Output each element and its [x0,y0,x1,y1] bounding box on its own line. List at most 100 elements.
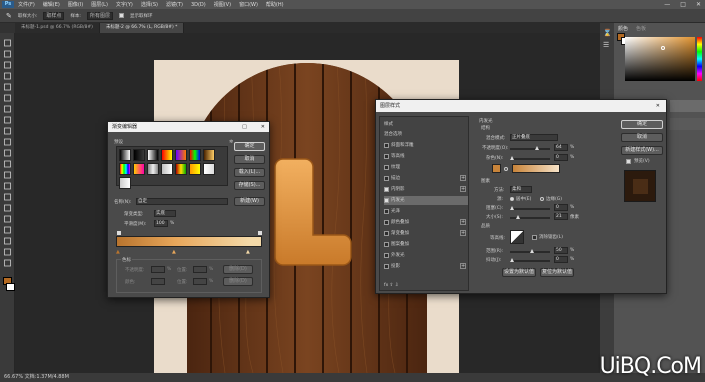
menu-item[interactable]: 帮助(H) [266,1,284,8]
make-default-button[interactable]: 设置为默认值 [502,268,536,277]
noise-input[interactable]: 0 [554,154,568,161]
style-item-checkbox[interactable] [384,165,389,170]
more-tool-icon[interactable] [3,259,12,267]
style-item-checkbox[interactable] [384,176,389,181]
gradient-preview-bar[interactable] [116,236,262,247]
gradient-type-select[interactable]: 实底 [154,210,176,217]
preset-swatch[interactable] [203,149,215,161]
gradient-tool-icon[interactable] [3,160,12,168]
save-button[interactable]: 存储(S)... [234,181,265,190]
preset-grid[interactable] [116,146,228,189]
preset-swatch[interactable] [133,149,145,161]
source-center-radio[interactable] [510,197,514,201]
stamp-tool-icon[interactable] [3,127,12,135]
style-item[interactable]: 内发光 [384,196,468,205]
menu-item[interactable]: 文字(Y) [116,1,133,8]
style-item[interactable]: 图案叠加 [384,240,468,249]
menu-item[interactable]: 图层(L) [91,1,108,8]
pen-tool-icon[interactable] [3,193,12,201]
document-tab[interactable]: 未标题-1.psd @ 66.7% (RGB/8#) [15,23,100,33]
preset-swatch[interactable] [189,163,201,175]
add-style-icon[interactable]: + [460,230,466,236]
preset-swatch[interactable] [161,163,173,175]
lasso-tool-icon[interactable] [3,61,12,69]
style-item[interactable]: 内阴影 + [384,185,468,194]
noise-slider[interactable] [510,156,550,160]
document-tab[interactable]: 未标题-2 @ 66.7% (L, RGB/8#) * [99,23,185,33]
style-item-checkbox[interactable] [384,253,389,258]
menu-item[interactable]: 3D(D) [191,2,206,8]
blend-mode-select[interactable]: 正片叠底 [510,134,558,141]
preset-swatch[interactable] [161,149,173,161]
opacity-slider-knob[interactable] [535,146,539,150]
opacity-stop-right[interactable] [258,231,262,235]
settings-gear-icon[interactable]: ✲ [229,139,233,145]
style-item[interactable]: 投影 + [384,262,468,271]
source-edge-radio[interactable] [540,197,544,201]
add-style-icon[interactable]: + [460,186,466,192]
preset-swatch[interactable] [175,149,187,161]
add-style-icon[interactable]: + [460,175,466,181]
choke-slider-knob[interactable] [510,206,514,210]
menu-item[interactable]: 图像(I) [68,1,83,8]
styles-header[interactable]: 样式 [384,121,393,127]
color-picker-field[interactable] [625,37,695,81]
path-select-tool-icon[interactable] [3,215,12,223]
color-stop[interactable]: ▲ [246,249,250,255]
preset-swatch[interactable] [147,163,159,175]
background-color-swatch[interactable] [6,283,15,291]
style-item[interactable]: 光泽 [384,207,468,216]
menu-item[interactable]: 滤镜(T) [166,1,183,8]
size-input[interactable]: 21 [554,213,568,220]
size-slider[interactable] [510,215,550,219]
preset-swatch[interactable] [189,149,201,161]
menu-item[interactable]: 窗口(W) [239,1,258,8]
style-item[interactable]: 颜色叠加 + [384,218,468,227]
layer-row-highlight[interactable] [670,100,705,112]
antialias-checkbox[interactable] [532,235,537,240]
properties-icon[interactable]: ☰ [603,41,609,49]
hue-slider[interactable] [697,37,702,81]
add-style-icon[interactable]: + [460,263,466,269]
close-icon[interactable]: ✕ [261,122,265,132]
range-slider[interactable] [510,249,550,253]
preset-swatch[interactable] [119,177,131,189]
menu-item[interactable]: 视图(V) [214,1,231,8]
eraser-tool-icon[interactable] [3,149,12,157]
jitter-slider[interactable] [510,258,550,262]
eyedropper-icon[interactable]: ✎ [6,12,12,20]
hand-tool-icon[interactable] [3,237,12,245]
style-item-checkbox[interactable] [384,264,389,269]
menu-item[interactable]: 选择(S) [141,1,158,8]
history-icon[interactable]: ⌛ [603,29,612,37]
layer-row[interactable] [670,118,705,130]
jitter-input[interactable]: 0 [554,256,568,263]
ok-button[interactable]: 确定 [234,142,265,151]
style-item[interactable]: 等高线 [384,152,468,161]
maximize-icon[interactable]: □ [680,1,686,8]
range-input[interactable]: 50 [554,247,568,254]
opacity-slider[interactable] [510,146,550,150]
style-item-checkbox[interactable] [384,198,389,203]
smoothness-input[interactable]: 100 [154,220,168,227]
maximize-icon[interactable]: □ [242,122,247,132]
style-item-checkbox[interactable] [384,143,389,148]
preset-swatch[interactable] [133,163,145,175]
style-item[interactable]: 渐变叠加 + [384,229,468,238]
new-button[interactable]: 新建(W) [234,197,265,206]
gradient-radio[interactable] [504,167,508,171]
sample-select[interactable]: 所有图层 [86,11,113,20]
preset-swatch[interactable] [147,149,159,161]
quick-select-tool-icon[interactable] [3,72,12,80]
jitter-slider-knob[interactable] [510,258,514,262]
style-item-checkbox[interactable] [384,154,389,159]
cancel-button[interactable]: 取消 [621,133,663,142]
zoom-tool-icon[interactable] [3,248,12,256]
color-stop[interactable]: ▲ [172,249,176,255]
move-tool-icon[interactable] [3,39,12,47]
delete-button[interactable]: 删除(D) [223,265,253,274]
fx-footer[interactable]: fx ⇧ ⇩ [384,283,399,288]
shape-tool-icon[interactable] [3,226,12,234]
marquee-tool-icon[interactable] [3,50,12,58]
add-style-icon[interactable]: + [460,219,466,225]
